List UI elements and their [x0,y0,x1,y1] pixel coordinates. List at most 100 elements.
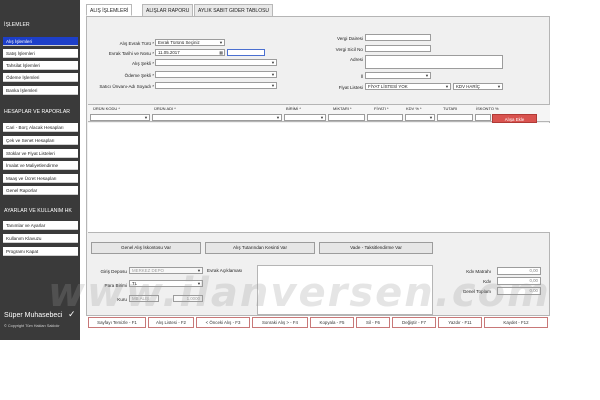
odeme-sekli-label: Ödeme Şekli * [124,73,154,78]
kdv-matrahi-value: 0,00 [497,267,541,275]
col-miktari: MİKTARI * [333,106,352,111]
kdv-value: KDV HARİÇ [456,84,480,89]
sidebar-item-imalat[interactable]: İmalat ve Maliyetlendirme [3,161,78,170]
grid-header: ÜRÜN KODU * ÜRÜN ADI * BİRİMİ * MİKTARI … [88,104,550,123]
sidebar-section-ayarlar: AYARLAR VE KULLANIM HK [4,208,72,214]
fiyat-listesi-label: Fiyat Listesi [338,85,363,90]
sidebar-item-genel-raporlar[interactable]: Genel Raporlar [3,186,78,195]
para-birimi-select[interactable]: TL ▼ [129,280,203,287]
chevron-down-icon: ▼ [425,73,429,78]
para-birimi-label: Para Birimi [104,283,127,288]
vade-button[interactable]: Vade - Taksitlendirme Var [319,242,433,254]
tab-bar: ALIŞ İŞLEMLERİ ALIŞLAR RAPORU AYLIK SABI… [80,0,600,16]
tab-aylik-sabit-gider[interactable]: AYLIK SABIT GIDER TABLOSU [194,4,274,16]
chevron-down-icon: ▼ [197,281,201,286]
sidebar-item-alis-islemleri[interactable]: Alış İşlemleri [3,37,78,46]
tab-alis-islemleri[interactable]: ALIŞ İŞLEMLERİ [86,4,133,16]
satici-select[interactable]: ▼ [155,82,277,89]
vergi-sicil-input[interactable] [365,45,431,52]
evrak-no-input[interactable] [227,49,265,56]
kuru-label: Kuru [117,297,127,302]
kuru-rate-input[interactable]: 1,0000 [173,295,203,302]
evrak-turu-value: Evrak Türünü Seçiniz [158,40,200,45]
fiyat-listesi-select[interactable]: FİYAT LİSTESİ YOK ▼ [365,83,451,90]
adres-label: Adresi [349,57,363,62]
col-tutari: TUTARI [443,106,458,111]
sidebar-section-islemler: İŞLEMLER [4,22,30,28]
evrak-turu-select[interactable]: Evrak Türünü Seçiniz ▼ [155,39,225,46]
birimi-select[interactable]: ▼ [284,114,326,121]
tab-alislar-raporu[interactable]: ALIŞLAR RAPORU [142,4,194,16]
clear-page-button[interactable]: Sayfayı Temizle - F1 [88,317,146,328]
giris-deposu-label: Giriş Deposu [100,269,127,274]
urun-adi-select[interactable]: ▼ [152,114,282,121]
copyright-text: © Copyright Tüm Hakları Saklıdır [4,324,60,328]
genel-toplam-value: 0,00 [497,287,541,295]
chevron-down-icon: ▼ [271,83,275,88]
sidebar: İŞLEMLER Alış İşlemleri Satış İşlemleri … [0,0,80,340]
kdv-label: Kdv [483,279,491,284]
giris-deposu-select[interactable]: MERKEZ DEPO ▼ [129,267,203,274]
col-urun-adi: ÜRÜN ADI * [154,106,176,111]
sidebar-item-stoklar[interactable]: Stoklar ve Fiyat Listeleri [3,149,78,158]
previous-purchase-button[interactable]: < Önceki Alış - F3 [196,317,250,328]
save-button[interactable]: Kaydet - F12 [484,317,548,328]
sidebar-section-raporlar: HESAPLAR VE RAPORLAR [4,109,71,115]
sidebar-item-odeme-islemleri[interactable]: Ödeme İşlemleri [3,73,78,82]
fiyati-input[interactable] [367,114,403,121]
satici-label: Satıcı Ünvanı-Adı Soyadı * [99,84,154,89]
app-logo-title: Süper Muhasebeci [4,312,63,319]
main-panel: Alış Evrak Türü * Evrak Türünü Seçiniz ▼… [86,16,550,316]
copy-button[interactable]: Kopyala - F5 [310,317,354,328]
sidebar-item-tanimlar[interactable]: Tanımlar ve Ayarlar [3,221,78,230]
sidebar-item-kapat[interactable]: Programı Kapat [3,247,78,256]
sidebar-item-satis-islemleri[interactable]: Satış İşlemleri [3,49,78,58]
evrak-aciklamasi-textarea[interactable] [257,265,433,315]
grid-body[interactable] [88,123,550,233]
tutari-input[interactable] [437,114,473,121]
iskonto-input[interactable] [475,114,491,121]
evrak-tarih-label: Evrak Tarihi ve Nosu * [108,51,154,56]
kdv-oran-select[interactable]: ▼ [405,114,435,121]
chevron-down-icon: ▼ [271,60,275,65]
edit-button[interactable]: Değiştir - F7 [392,317,436,328]
vergi-dairesi-input[interactable] [365,34,431,41]
sidebar-item-kullanim[interactable]: Kullanım Klavuzu [3,234,78,243]
giris-deposu-value: MERKEZ DEPO [132,268,164,273]
kesinti-button[interactable]: Alış Tutarından Kesinti Var [205,242,315,254]
add-to-purchase-button[interactable]: Alışa Ekle [492,114,537,123]
evrak-aciklamasi-label: Evrak Açıklaması [207,268,243,273]
alis-sekli-label: Alış Şekli * [132,61,154,66]
chevron-down-icon: ▼ [429,115,433,120]
sidebar-item-cari[interactable]: Cari - Borç Alacak Hesapları [3,123,78,132]
next-purchase-button[interactable]: Sonraki Alış > - F4 [252,317,308,328]
col-urun-kodu: ÜRÜN KODU * [93,106,120,111]
il-label: İl [360,74,363,79]
sidebar-item-tahsilat-islemleri[interactable]: Tahsilat İşlemleri [3,61,78,70]
urun-kodu-select[interactable]: ▼ [90,114,150,121]
sidebar-item-banka-islemleri[interactable]: Banka İşlemleri [3,86,78,95]
sidebar-item-cek-senet[interactable]: Çek ve Senet Hesapları [3,136,78,145]
chevron-down-icon: ▼ [271,72,275,77]
evrak-tarih-input[interactable]: 11.05.2017 ▦ [155,49,225,56]
kuru-type-value: MB ALIŞ [132,296,150,301]
col-birimi: BİRİMİ * [286,106,301,111]
il-select[interactable]: ▼ [365,72,431,79]
adres-input[interactable] [365,55,503,69]
sidebar-item-maas[interactable]: Maaş ve Ücret Hesapları [3,174,78,183]
alis-sekli-select[interactable]: ▼ [155,59,277,66]
evrak-turu-label: Alış Evrak Türü * [119,41,154,46]
para-birimi-value: TL [132,281,138,286]
odeme-sekli-select[interactable]: ▼ [155,71,277,78]
fiyat-listesi-value: FİYAT LİSTESİ YOK [368,84,408,89]
purchase-list-button[interactable]: Alış Listesi - F2 [148,317,194,328]
kdv-matrahi-label: Kdv Matrahı [466,269,491,274]
kdv-select[interactable]: KDV HARİÇ ▼ [453,83,503,90]
miktari-input[interactable] [328,114,365,121]
print-button[interactable]: Yazdır - F11 [438,317,482,328]
genel-iskonto-button[interactable]: Genel Alış İskontosu Var [91,242,201,254]
kuru-type-select[interactable]: MB ALIŞ [129,295,159,302]
app-window: İŞLEMLER Alış İşlemleri Satış İşlemleri … [0,0,600,340]
chevron-down-icon: ▼ [445,84,449,89]
delete-button[interactable]: Sil - F6 [356,317,390,328]
